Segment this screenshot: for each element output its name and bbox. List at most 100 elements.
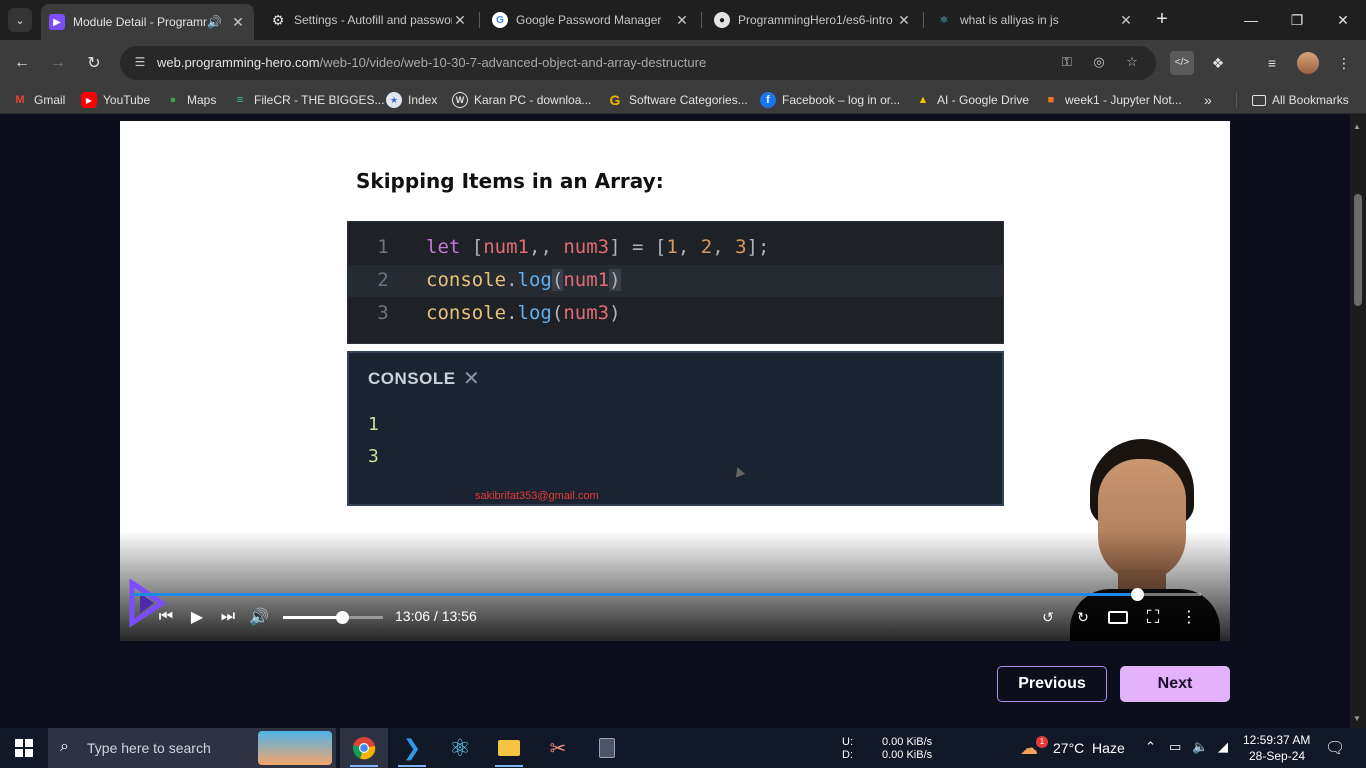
progress-handle[interactable] [1130, 588, 1144, 601]
taskbar-chrome[interactable] [340, 728, 388, 768]
close-tab-icon[interactable]: ✕ [674, 12, 690, 29]
previous-video-button[interactable]: ⏮ [156, 605, 176, 629]
bookmark-software-categories[interactable]: G Software Categories... [607, 92, 748, 108]
net-down-label: D: [842, 749, 853, 761]
restore-icon: ❐ [1290, 11, 1304, 28]
minimize-button[interactable]: — [1228, 0, 1274, 40]
fullscreen-button[interactable]: ⛶ [1142, 605, 1164, 629]
close-tab-icon[interactable]: ✕ [452, 12, 468, 29]
puzzle-extensions-icon[interactable]: ❖ [1206, 51, 1230, 75]
network-icon[interactable]: ◢ [1218, 739, 1228, 755]
more-vertical-icon: ⋮ [1181, 609, 1197, 626]
next-video-button[interactable]: ⏭ [218, 605, 238, 629]
bookmark-gmail[interactable]: M Gmail [12, 92, 65, 108]
scrollbar-thumb[interactable] [1354, 194, 1362, 306]
tab-search-alias[interactable]: ⚛ what is alliyas in js ✕ [928, 4, 1142, 36]
taskbar-calculator[interactable] [583, 728, 631, 768]
previous-button[interactable]: Previous [997, 666, 1107, 702]
more-bookmarks-button[interactable]: » [1204, 92, 1212, 108]
taskbar-vscode[interactable]: ❯ [388, 728, 436, 768]
forward-10-button[interactable]: ↻ [1072, 605, 1094, 629]
weather-text[interactable]: 27°C Haze [1053, 740, 1125, 756]
jupyter-icon: ■ [1047, 94, 1055, 106]
tab-search-button[interactable]: ⌄ [8, 8, 32, 32]
tab-strip: ⌄ ▶ Module Detail - Programming Hero 🔊 ✕… [0, 0, 1366, 40]
tab-settings[interactable]: ⚙ Settings - Autofill and passwords ✕ [262, 4, 476, 36]
notifications-icon[interactable]: 🗨 [1325, 738, 1345, 758]
console-output-line: 3 [368, 446, 379, 467]
bookmark-label: Karan PC - downloa... [474, 93, 592, 107]
start-button[interactable] [0, 728, 48, 768]
bookmark-label: Software Categories... [629, 93, 748, 107]
close-window-button[interactable]: ✕ [1320, 0, 1366, 40]
volume-fill [283, 616, 342, 619]
google-icon: G [492, 12, 508, 28]
taskbar-react-app[interactable]: ⚛ [436, 728, 484, 768]
tab-title: ProgrammingHero1/es6-intro [738, 13, 893, 27]
next-button[interactable]: Next [1120, 666, 1230, 702]
volume-button[interactable]: 🔊 [248, 605, 270, 629]
back-button[interactable]: ← [8, 49, 36, 77]
volume-icon[interactable]: 🔈 [1192, 739, 1208, 755]
theater-mode-button[interactable] [1106, 605, 1130, 629]
bookmark-jupyter[interactable]: ■ week1 - Jupyter Not... [1043, 92, 1182, 108]
forward-10-icon: ↻ [1077, 608, 1089, 625]
battery-icon[interactable]: ▭ [1169, 739, 1181, 755]
taskbar-search[interactable]: ⌕ Type here to search [48, 728, 336, 768]
menu-icon[interactable]: ⋮ [1332, 51, 1356, 75]
site-info-icon[interactable]: ☰ [132, 55, 148, 71]
volume-slider[interactable] [283, 611, 383, 624]
clock-date[interactable]: 28-Sep-24 [1249, 749, 1305, 763]
scroll-up-arrow-icon[interactable]: ▲ [1353, 122, 1361, 131]
skip-next-icon: ⏭ [220, 608, 236, 625]
address-bar[interactable]: ☰ web.programming-hero.com/web-10/video/… [120, 46, 1156, 80]
play-icon: ▶ [190, 609, 204, 626]
weather-badge: 1 [1036, 736, 1048, 748]
bookmark-google-drive[interactable]: ▲ AI - Google Drive [915, 92, 1030, 108]
star-icon[interactable]: ☆ [1123, 54, 1141, 72]
avatar[interactable] [1297, 52, 1319, 74]
eye-off-icon[interactable]: ◎ [1090, 54, 1108, 72]
bookmark-karan-pc[interactable]: W Karan PC - downloa... [452, 92, 591, 108]
restore-button[interactable]: ❐ [1274, 0, 1320, 40]
tab-separator [923, 12, 924, 28]
new-tab-button[interactable]: + [1150, 8, 1174, 32]
bookmark-youtube[interactable]: ▶ YouTube [81, 92, 150, 108]
react-icon: ⚛ [449, 734, 471, 762]
close-tab-icon[interactable]: ✕ [896, 12, 912, 29]
progress-bar[interactable] [132, 588, 1201, 601]
show-hidden-icons-icon[interactable]: ⌃ [1145, 739, 1156, 755]
close-tab-icon[interactable]: ✕ [230, 14, 246, 31]
clock-time[interactable]: 12:59:37 AM [1243, 733, 1310, 747]
all-bookmarks-button[interactable]: All Bookmarks [1252, 92, 1349, 108]
more-options-button[interactable]: ⋮ [1178, 605, 1200, 629]
reload-button[interactable]: ↻ [80, 49, 108, 77]
close-tab-icon[interactable]: ✕ [1118, 12, 1134, 29]
taskbar-snipping-tool[interactable]: ✂ [534, 728, 582, 768]
video-player[interactable]: Skipping Items in an Array: 1 let [num1,… [120, 121, 1230, 641]
maps-icon: ● [169, 94, 177, 106]
scroll-down-arrow-icon[interactable]: ▼ [1353, 714, 1361, 723]
bookmark-index[interactable]: ★ Index [386, 92, 437, 108]
tab-module-detail[interactable]: ▶ Module Detail - Programming Hero 🔊 ✕ [41, 4, 254, 40]
browser-toolbar: ← → ↻ ☰ web.programming-hero.com/web-10/… [0, 40, 1366, 86]
rewind-10-button[interactable]: ↺ [1037, 605, 1059, 629]
volume-handle[interactable] [336, 611, 349, 624]
folder-icon [498, 740, 520, 756]
taskbar-file-explorer[interactable] [485, 728, 533, 768]
bookmark-filecr[interactable]: ≡ FileCR - THE BIGGES... [232, 92, 385, 108]
progress-fill [132, 593, 1137, 596]
rewind-10-icon: ↺ [1042, 608, 1054, 625]
play-button[interactable]: ▶ [187, 605, 207, 629]
page-scrollbar[interactable]: ▲ ▼ [1350, 114, 1366, 728]
bookmark-facebook[interactable]: f Facebook – log in or... [760, 92, 900, 108]
tab-github[interactable]: ● ProgrammingHero1/es6-intro ✕ [706, 4, 920, 36]
bookmark-maps[interactable]: ● Maps [165, 92, 217, 108]
speaker-icon[interactable]: 🔊 [207, 15, 222, 29]
forward-button[interactable]: → [44, 49, 72, 77]
devtools-extension-icon[interactable]: </> [1170, 51, 1194, 75]
tab-title: Google Password Manager [516, 13, 662, 27]
key-icon[interactable]: ⚿ [1058, 54, 1076, 72]
tab-password-manager[interactable]: G Google Password Manager ✕ [484, 4, 698, 36]
media-controls-icon[interactable]: ≡ [1260, 51, 1284, 75]
